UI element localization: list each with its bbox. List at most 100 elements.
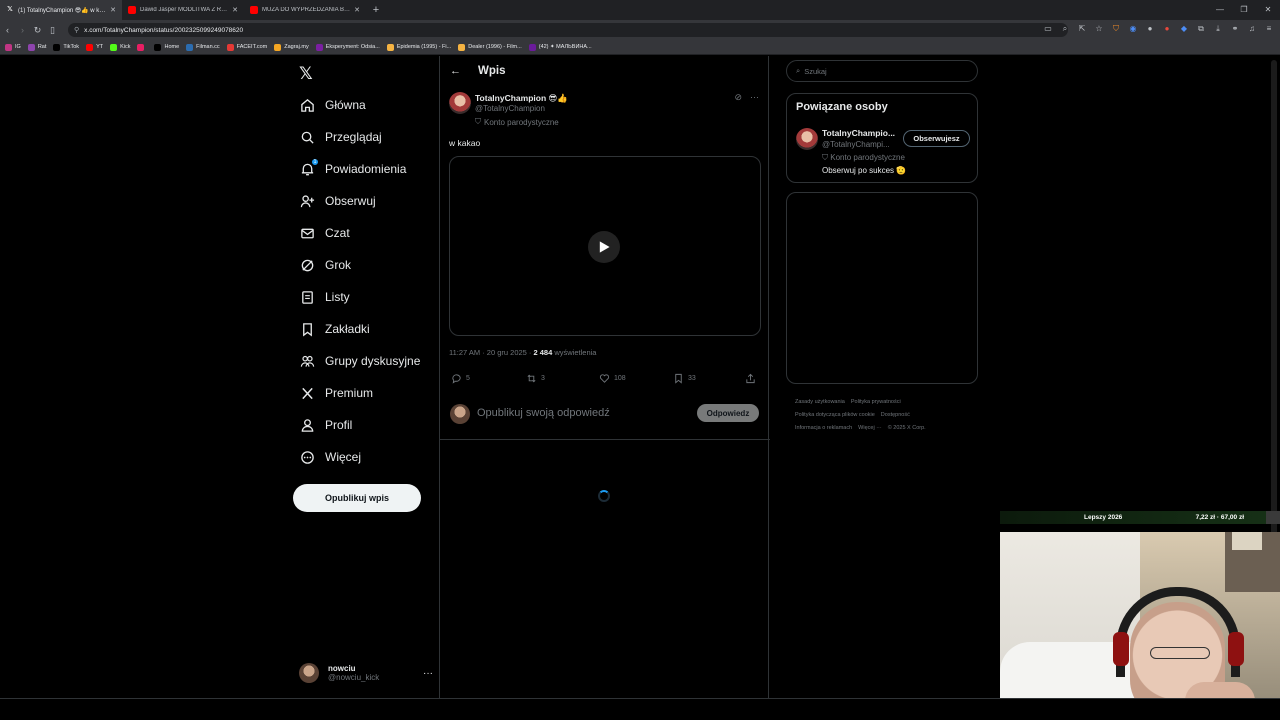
- tweet-author-handle[interactable]: @TotalnyChampion: [475, 104, 545, 113]
- avatar[interactable]: [796, 128, 818, 150]
- bookmark-page-icon[interactable]: ▯: [45, 25, 60, 36]
- extension-icon[interactable]: ◉: [1128, 23, 1138, 35]
- nav-item-3[interactable]: 1 Powiadomienia: [299, 157, 406, 181]
- x-logo-icon[interactable]: 𝕏: [299, 64, 313, 84]
- back-button[interactable]: ‹: [0, 25, 15, 35]
- bookmark-item[interactable]: [137, 43, 147, 51]
- minimize-button[interactable]: —: [1208, 0, 1232, 20]
- site-info-icon[interactable]: ⚲: [74, 26, 79, 34]
- close-icon[interactable]: ✕: [232, 6, 238, 14]
- person-name[interactable]: TotalnyChampio...: [822, 128, 897, 138]
- following-button[interactable]: Obserwujesz: [903, 130, 970, 147]
- footer-link[interactable]: Zasady użytkowania: [795, 399, 845, 405]
- brave-shield-icon[interactable]: ⛉: [1111, 23, 1121, 35]
- bookmark-item[interactable]: Filman.cc: [186, 43, 220, 51]
- link-icon[interactable]: ⚭: [1230, 23, 1240, 35]
- nav-item-9[interactable]: Grupy dyskusyjne: [299, 349, 420, 373]
- browser-tab[interactable]: MUZA DO WYPRZEDZANIA BOEINGA ✕: [244, 0, 366, 20]
- playlist-icon[interactable]: ♫: [1247, 23, 1257, 35]
- menu-icon[interactable]: ≡: [1264, 23, 1274, 35]
- nav-item-6[interactable]: Grok: [299, 253, 351, 277]
- like-count: 108: [614, 375, 626, 382]
- close-icon[interactable]: ✕: [110, 6, 116, 14]
- bookmark-item[interactable]: IG: [5, 43, 21, 51]
- bookmark-item[interactable]: TikTok: [53, 43, 79, 51]
- nav-item-label: Główna: [325, 98, 366, 112]
- avatar[interactable]: [449, 92, 471, 114]
- video-player[interactable]: [449, 156, 761, 336]
- bookmark-item[interactable]: Rat: [27, 43, 46, 51]
- bookmark-item[interactable]: Dealer (1996) - Film...: [458, 43, 522, 51]
- close-icon[interactable]: ✕: [354, 6, 360, 14]
- post-button[interactable]: Opublikuj wpis: [293, 484, 421, 512]
- new-tab-button[interactable]: +: [366, 4, 386, 16]
- reply-button[interactable]: 5: [451, 373, 470, 384]
- repost-button[interactable]: 3: [526, 373, 545, 384]
- footer-link[interactable]: Więcej ···: [858, 425, 882, 431]
- bookmark-item[interactable]: Epidemia (1995) - Fi...: [386, 43, 451, 51]
- play-button[interactable]: [588, 231, 620, 263]
- nav-item-8[interactable]: Zakładki: [299, 317, 370, 341]
- zoom-icon[interactable]: ⌕: [1060, 23, 1070, 35]
- download-icon[interactable]: ⤓: [1213, 23, 1223, 35]
- repost-count: 3: [541, 375, 545, 382]
- extension-icon[interactable]: ◆: [1179, 23, 1189, 35]
- footer-link[interactable]: Informacja o reklamach: [795, 425, 852, 431]
- bookmark-item[interactable]: FACEIT.com: [226, 43, 267, 51]
- nav-item-label: Więcej: [325, 450, 362, 464]
- nav-item-2[interactable]: Przeglądaj: [299, 125, 382, 149]
- bookmark-item[interactable]: Kick: [110, 43, 130, 51]
- account-switcher[interactable]: nowciu @nowciu_kick ···: [299, 660, 433, 686]
- browser-tab[interactable]: Dawid Jasper MODLITWA Z ROBALEM ✕: [122, 0, 244, 20]
- url-field[interactable]: ⚲ x.com/TotalnyChampion/status/200232509…: [68, 23, 1068, 37]
- share-button[interactable]: [745, 373, 756, 384]
- bookmark-item[interactable]: (42) ✦ МАЛЬВИНА...: [528, 43, 592, 51]
- footer-link[interactable]: Dostępność: [881, 412, 910, 418]
- grok-icon: [299, 257, 315, 273]
- star-icon[interactable]: ☆: [1094, 23, 1104, 35]
- search-input[interactable]: ⌕ Szukaj: [786, 60, 978, 82]
- nav-item-1[interactable]: Główna: [299, 93, 366, 117]
- glasses: [1150, 647, 1210, 659]
- footer-link[interactable]: Polityka prywatności: [851, 399, 901, 405]
- tab-title: MUZA DO WYPRZEDZANIA BOEINGA: [262, 7, 350, 13]
- reply-input[interactable]: Opublikuj swoją odpowiedź: [477, 407, 610, 419]
- bell-icon: 1: [299, 158, 319, 177]
- forward-button[interactable]: ›: [15, 25, 30, 35]
- window-close-button[interactable]: ✕: [1256, 0, 1280, 20]
- person-handle[interactable]: @TotalnyChampi...: [822, 140, 897, 149]
- more-options-icon[interactable]: ···: [423, 668, 433, 679]
- share-icon[interactable]: ⇱: [1077, 23, 1087, 35]
- tweet-timestamp[interactable]: 11:27 AM · 20 gru 2025 ·: [449, 348, 534, 357]
- tweet-author-name[interactable]: TotalnyChampion 😎👍: [475, 93, 568, 104]
- bookmark-item[interactable]: Zagraj.my: [274, 43, 309, 51]
- browser-tab-active[interactable]: 𝕏 (1) TotalnyChampion 😎👍 w kakao ✕: [0, 0, 122, 20]
- restore-button[interactable]: ❐: [1232, 0, 1256, 20]
- nav-item-12[interactable]: Więcej: [299, 445, 361, 469]
- nav-item-11[interactable]: Profil: [299, 413, 352, 437]
- bookmark-item[interactable]: Eksperyment: Odsia...: [315, 43, 380, 51]
- extension-icon[interactable]: ●: [1162, 23, 1172, 35]
- nav-item-7[interactable]: Listy: [299, 285, 350, 309]
- headset-ear: [1113, 632, 1129, 666]
- bookmark-item[interactable]: Home: [154, 43, 179, 51]
- cast-icon[interactable]: ▭: [1043, 23, 1053, 35]
- like-button[interactable]: 108: [599, 373, 626, 384]
- window-controls: — ❐ ✕: [1208, 0, 1280, 20]
- nav-item-10[interactable]: Premium: [299, 381, 373, 405]
- extension-icon[interactable]: ●: [1145, 23, 1155, 35]
- footer-link[interactable]: © 2025 X Corp.: [888, 425, 926, 431]
- bookmark-button[interactable]: 33: [673, 373, 696, 384]
- reply-submit-button[interactable]: Odpowiedz: [697, 404, 759, 422]
- more-options-icon[interactable]: ···: [750, 92, 759, 103]
- grok-icon[interactable]: ⊘: [734, 92, 742, 103]
- parody-label: ⛉ Konto parodystyczne: [822, 153, 905, 162]
- bookmark-item[interactable]: YT: [86, 43, 103, 51]
- footer-link[interactable]: Polityka dotycząca plików cookie: [795, 412, 875, 418]
- reload-button[interactable]: ↻: [30, 25, 45, 36]
- back-arrow-icon[interactable]: ←: [450, 65, 461, 77]
- puzzle-icon[interactable]: ⧉: [1196, 23, 1206, 35]
- communities-icon: [299, 353, 315, 369]
- nav-item-5[interactable]: Czat: [299, 221, 350, 245]
- nav-item-4[interactable]: Obserwuj: [299, 189, 376, 213]
